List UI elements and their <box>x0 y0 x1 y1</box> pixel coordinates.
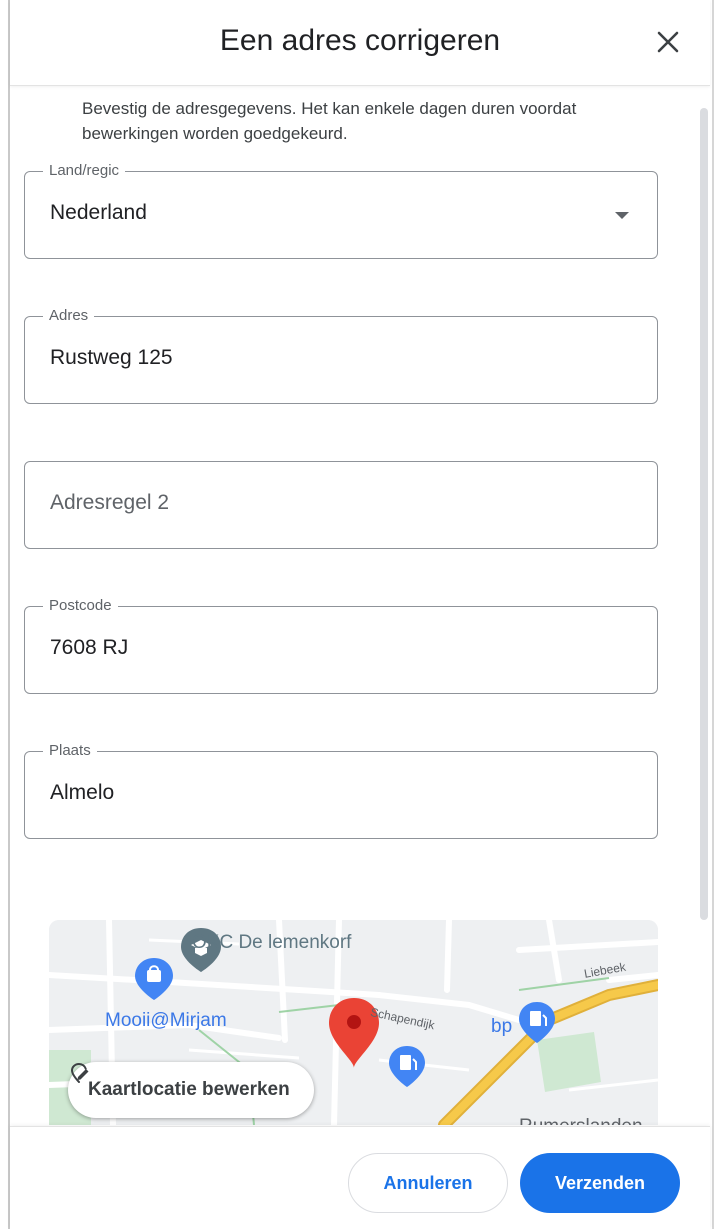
address-field[interactable]: Adres Rustweg 125 <box>24 306 658 404</box>
postcode-label: Postcode <box>43 596 118 616</box>
dialog-title: Een adres corrigeren <box>219 24 501 57</box>
map-preview[interactable]: OKC De lemenkorf Mooii@Mirjam Schapendij… <box>49 920 658 1125</box>
city-field[interactable]: Plaats Almelo <box>24 741 658 839</box>
dialog-footer: Annuleren Verzenden <box>10 1126 710 1229</box>
address-label: Adres <box>43 306 95 326</box>
country-label: Land/regic <box>43 161 126 181</box>
city-label: Plaats <box>43 741 97 761</box>
address-line2-placeholder: Adresregel 2 <box>50 491 170 514</box>
edit-location-icon <box>70 1062 89 1083</box>
cancel-button[interactable]: Annuleren <box>348 1153 508 1213</box>
close-button[interactable] <box>648 22 688 62</box>
address-line2-field[interactable]: Adresregel 2 <box>24 461 658 549</box>
country-select[interactable]: Land/regic Nederland <box>24 161 658 259</box>
address-value: Rustweg 125 <box>50 346 173 369</box>
scrollbar[interactable] <box>700 108 708 920</box>
map-place-label: OKC De lemenkorf <box>192 932 352 953</box>
map-place-label: Mooii@Mirjam <box>105 1010 227 1031</box>
country-value: Nederland <box>50 201 147 224</box>
intro-text: Bevestig de adresgegevens. Het kan enkel… <box>82 99 577 143</box>
window-edge <box>8 0 10 1229</box>
dropdown-arrow-icon <box>615 212 629 219</box>
close-icon <box>657 31 679 53</box>
map-place-label: bp <box>491 1016 513 1037</box>
edit-map-location-label: Kaartlocatie bewerken <box>88 1079 290 1100</box>
postcode-field[interactable]: Postcode 7608 RJ <box>24 596 658 694</box>
edit-map-location-button[interactable]: Kaartlocatie bewerken <box>68 1062 314 1118</box>
map-area-label: Rumerslanden <box>519 1116 643 1125</box>
window-edge <box>712 0 714 1229</box>
postcode-value: 7608 RJ <box>50 636 129 659</box>
city-value: Almelo <box>50 781 115 804</box>
submit-button[interactable]: Verzenden <box>520 1153 680 1213</box>
dialog-header: Een adres corrigeren <box>10 0 710 86</box>
